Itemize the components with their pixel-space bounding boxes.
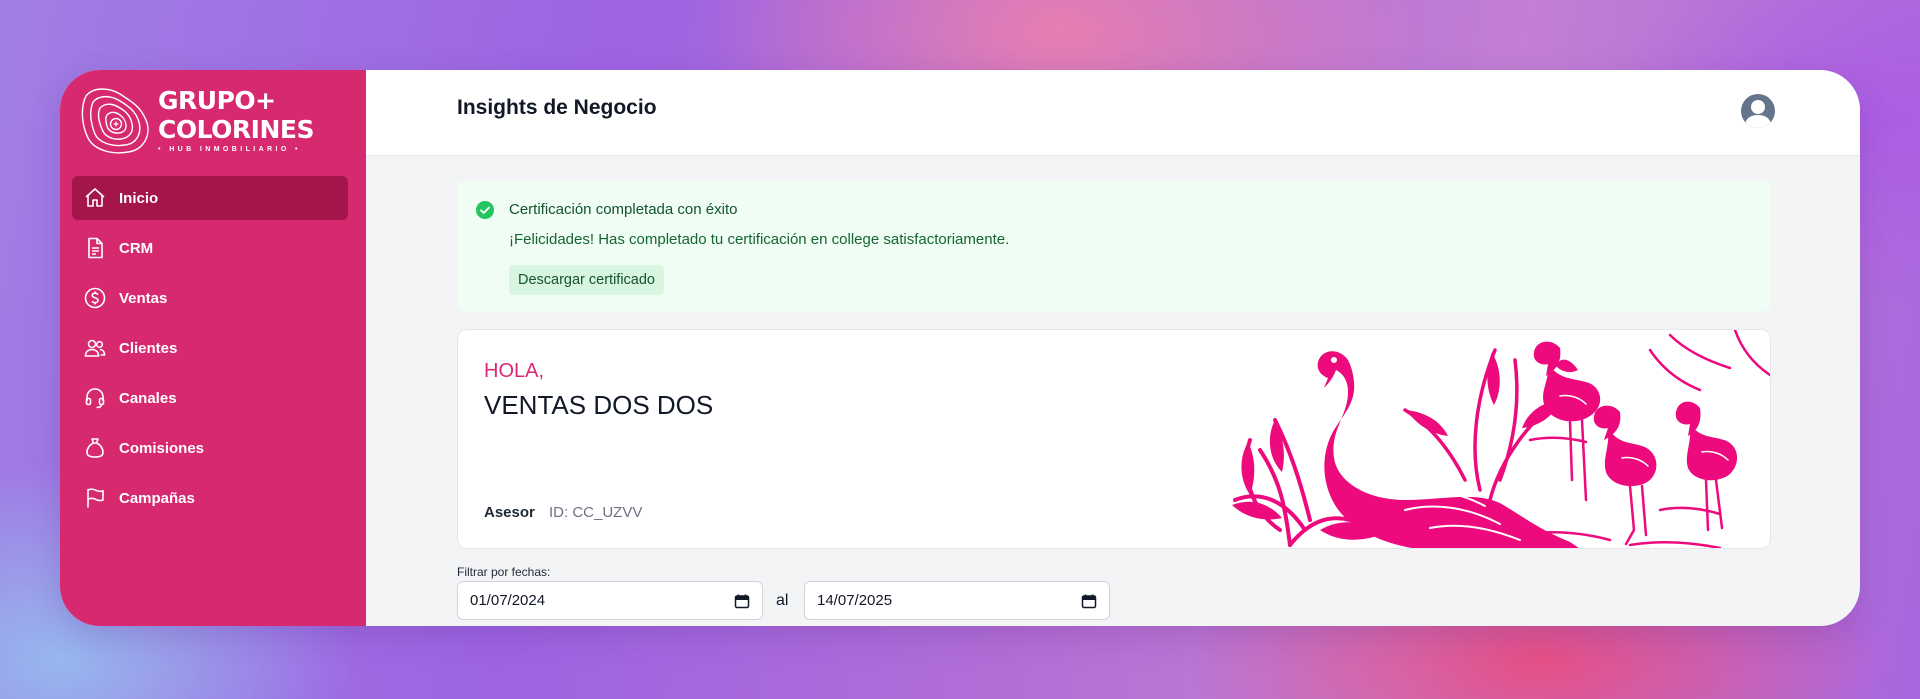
top-bar: Insights de Negocio xyxy=(366,70,1860,156)
sidebar-nav: Inicio CRM Ventas Clientes Canales Comis… xyxy=(72,176,348,526)
date-from-value: 01/07/2024 xyxy=(470,592,546,609)
alert-title: Certificación completada con éxito xyxy=(509,201,738,218)
headset-icon xyxy=(83,386,107,410)
app-window: GRUPO+ COLORINES • HUB INMOBILIARIO • In… xyxy=(60,70,1860,626)
money-bag-icon xyxy=(83,436,107,460)
sidebar-item-label: Ventas xyxy=(119,289,168,307)
date-from-input[interactable]: 01/07/2024 xyxy=(457,581,763,620)
sidebar-item-canales[interactable]: Canales xyxy=(72,376,348,420)
user-name: VENTAS DOS DOS xyxy=(484,390,714,420)
document-icon xyxy=(83,236,107,260)
sidebar-item-label: Comisiones xyxy=(119,439,205,457)
date-range-separator: al xyxy=(776,592,789,609)
brand-logo[interactable]: GRUPO+ COLORINES • HUB INMOBILIARIO • xyxy=(80,84,320,156)
sidebar-item-crm[interactable]: CRM xyxy=(72,226,348,270)
calendar-icon[interactable] xyxy=(734,593,750,609)
brand-logo-mark xyxy=(81,88,149,154)
main-content: Insights de Negocio Certificación comple… xyxy=(366,70,1860,626)
date-to-value: 14/07/2025 xyxy=(817,592,893,609)
welcome-card: HOLA, VENTAS DOS DOS Asesor ID: CC_UZVV xyxy=(457,329,1771,549)
greeting: HOLA, xyxy=(484,360,545,382)
brand-tagline: • HUB INMOBILIARIO • xyxy=(158,146,301,153)
sidebar-item-clientes[interactable]: Clientes xyxy=(72,326,348,370)
flamingo-illustration xyxy=(1232,330,1770,548)
sidebar-item-inicio[interactable]: Inicio xyxy=(72,176,348,220)
check-circle-icon xyxy=(476,201,494,219)
users-icon xyxy=(83,336,107,360)
user-role: Asesor xyxy=(484,504,535,521)
success-alert: Certificación completada con éxito ¡Feli… xyxy=(457,181,1771,311)
sidebar-item-ventas[interactable]: Ventas xyxy=(72,276,348,320)
calendar-icon[interactable] xyxy=(1081,593,1097,609)
brand-line-2: COLORINES xyxy=(158,115,314,144)
download-certificate-button[interactable]: Descargar certificado xyxy=(509,265,664,295)
sidebar-item-label: Inicio xyxy=(119,189,159,207)
date-to-input[interactable]: 14/07/2025 xyxy=(804,581,1110,620)
brand-wordmark: GRUPO+ COLORINES • HUB INMOBILIARIO • xyxy=(158,86,314,153)
sidebar: GRUPO+ COLORINES • HUB INMOBILIARIO • In… xyxy=(60,70,366,626)
sidebar-item-comisiones[interactable]: Comisiones xyxy=(72,426,348,470)
flag-icon xyxy=(83,486,107,510)
date-filter-label: Filtrar por fechas: xyxy=(457,565,551,579)
brand-line-1: GRUPO+ xyxy=(158,86,276,115)
sidebar-item-label: Clientes xyxy=(119,339,178,357)
sidebar-item-label: CRM xyxy=(119,239,154,257)
home-icon xyxy=(83,186,107,210)
alert-message: ¡Felicidades! Has completado tu certific… xyxy=(509,231,1010,248)
user-id: ID: CC_UZVV xyxy=(549,504,643,521)
page-title: Insights de Negocio xyxy=(457,96,657,119)
dollar-icon xyxy=(83,286,107,310)
user-avatar-icon[interactable] xyxy=(1741,94,1775,128)
sidebar-item-label: Campañas xyxy=(119,489,195,507)
sidebar-item-campanas[interactable]: Campañas xyxy=(72,476,348,520)
sidebar-item-label: Canales xyxy=(119,389,177,407)
